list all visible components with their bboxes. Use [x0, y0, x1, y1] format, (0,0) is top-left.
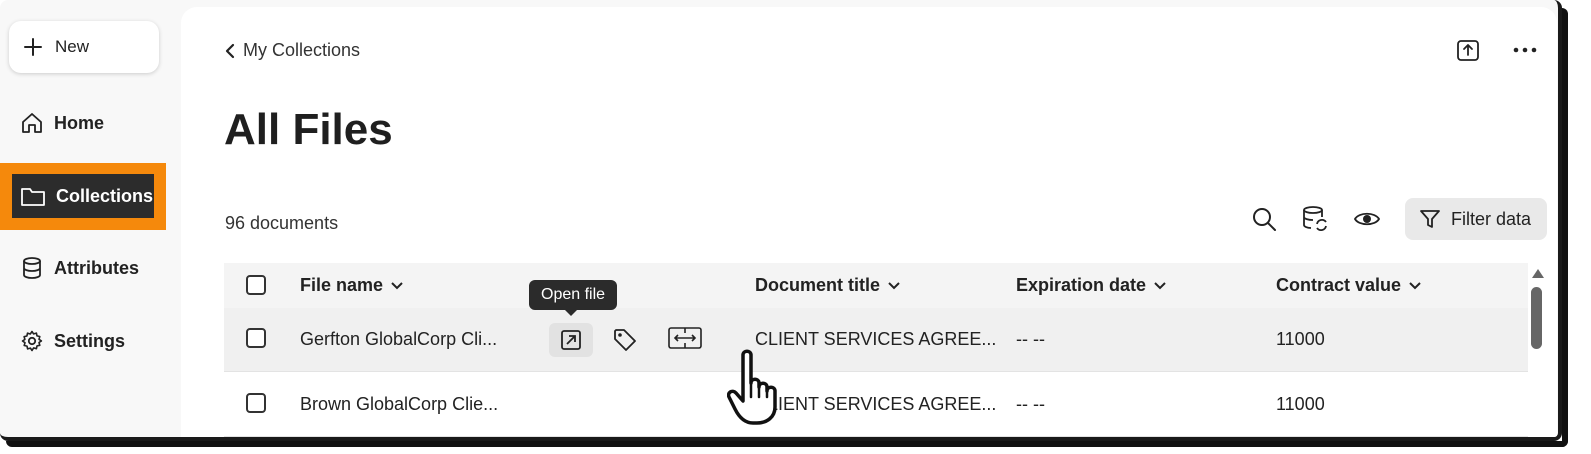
database-icon: [23, 257, 41, 279]
plus-icon: [24, 38, 42, 56]
table-scrollbar[interactable]: [1530, 265, 1544, 437]
app-window: New Home Collections Attributes Settings…: [0, 0, 1562, 441]
file-name-cell[interactable]: Gerfton GlobalCorp Cli...: [300, 329, 497, 350]
main-panel: My Collections All Files 96 documents Fi…: [181, 7, 1557, 437]
column-header-contract-value[interactable]: Contract value: [1276, 275, 1421, 296]
chevron-down-icon: [1154, 281, 1166, 289]
chevron-down-icon: [1409, 281, 1421, 289]
table-row[interactable]: Gerfton GlobalCorp Cli... CLIENT SERVICE…: [224, 308, 1528, 372]
table-header: File name Document title Expiration date…: [224, 263, 1528, 308]
open-file-icon: [561, 330, 581, 350]
eye-icon[interactable]: [1353, 209, 1381, 229]
window-shadow-right: [1562, 8, 1568, 447]
folder-icon: [21, 188, 45, 206]
expiration-date-cell: -- --: [1016, 329, 1045, 349]
hand-pointer-icon: [727, 349, 777, 425]
column-label: File name: [300, 275, 384, 295]
home-icon: [22, 113, 42, 133]
gear-icon: [21, 330, 43, 352]
sidebar-item-settings[interactable]: Settings: [0, 316, 166, 366]
column-header-expiration-date[interactable]: Expiration date: [1016, 275, 1166, 296]
tag-button[interactable]: [612, 327, 638, 353]
document-title-cell: CLIENT SERVICES AGREE...: [755, 394, 997, 414]
table-row[interactable]: Brown GlobalCorp Clie... CLIENT SERVICES…: [224, 373, 1528, 437]
column-label: Document title: [755, 275, 881, 295]
page-title: All Files: [224, 105, 393, 154]
breadcrumb[interactable]: My Collections: [225, 40, 360, 61]
breadcrumb-label: My Collections: [243, 40, 361, 60]
new-button-label: New: [55, 37, 90, 56]
column-header-document-title[interactable]: Document title: [755, 275, 900, 296]
filter-data-label: Filter data: [1450, 208, 1531, 229]
more-icon[interactable]: [1513, 47, 1537, 53]
contract-value-cell: 11000: [1276, 394, 1325, 414]
chevron-down-icon: [391, 281, 403, 289]
sidebar-item-home[interactable]: Home: [0, 98, 166, 148]
sidebar-item-label: Home: [54, 112, 105, 133]
document-count: 96 documents: [225, 213, 339, 233]
expiration-date-cell: -- --: [1016, 394, 1045, 414]
document-title-cell: CLIENT SERVICES AGREE...: [755, 329, 997, 349]
chevron-down-icon: [888, 281, 900, 289]
filter-data-button[interactable]: Filter data: [1404, 198, 1547, 240]
sidebar-item-label: Collections: [56, 185, 154, 206]
file-name-cell[interactable]: Brown GlobalCorp Clie...: [300, 394, 498, 415]
column-label: Contract value: [1276, 275, 1402, 295]
row-checkbox[interactable]: [246, 393, 266, 413]
sidebar-item-label: Settings: [54, 330, 126, 351]
open-file-button[interactable]: [549, 323, 593, 357]
sidebar-item-attributes[interactable]: Attributes: [0, 243, 166, 293]
scroll-thumb[interactable]: [1531, 287, 1542, 349]
search-icon[interactable]: [1251, 206, 1277, 232]
compare-icon: [668, 327, 702, 349]
scroll-up-arrow[interactable]: [1532, 269, 1544, 278]
sidebar-item-collections[interactable]: Collections: [12, 174, 154, 218]
table-toolbar: Filter data: [1251, 198, 1547, 240]
tag-icon: [614, 329, 636, 351]
new-button[interactable]: New: [9, 21, 159, 73]
select-all-checkbox[interactable]: [246, 275, 266, 295]
column-label: Expiration date: [1016, 275, 1147, 295]
compare-button[interactable]: [667, 325, 703, 351]
row-checkbox[interactable]: [246, 328, 266, 348]
sidebar-item-label: Attributes: [54, 257, 139, 278]
window-shadow-bottom: [6, 441, 1568, 447]
column-header-file-name[interactable]: File name: [300, 275, 403, 296]
header-actions: [1455, 37, 1537, 63]
share-icon[interactable]: [1455, 37, 1481, 63]
open-file-tooltip: Open file: [529, 280, 618, 316]
filter-icon: [1420, 210, 1440, 228]
database-sync-icon[interactable]: [1301, 205, 1329, 233]
contract-value-cell: 11000: [1276, 329, 1325, 349]
chevron-left-icon: [225, 43, 235, 58]
